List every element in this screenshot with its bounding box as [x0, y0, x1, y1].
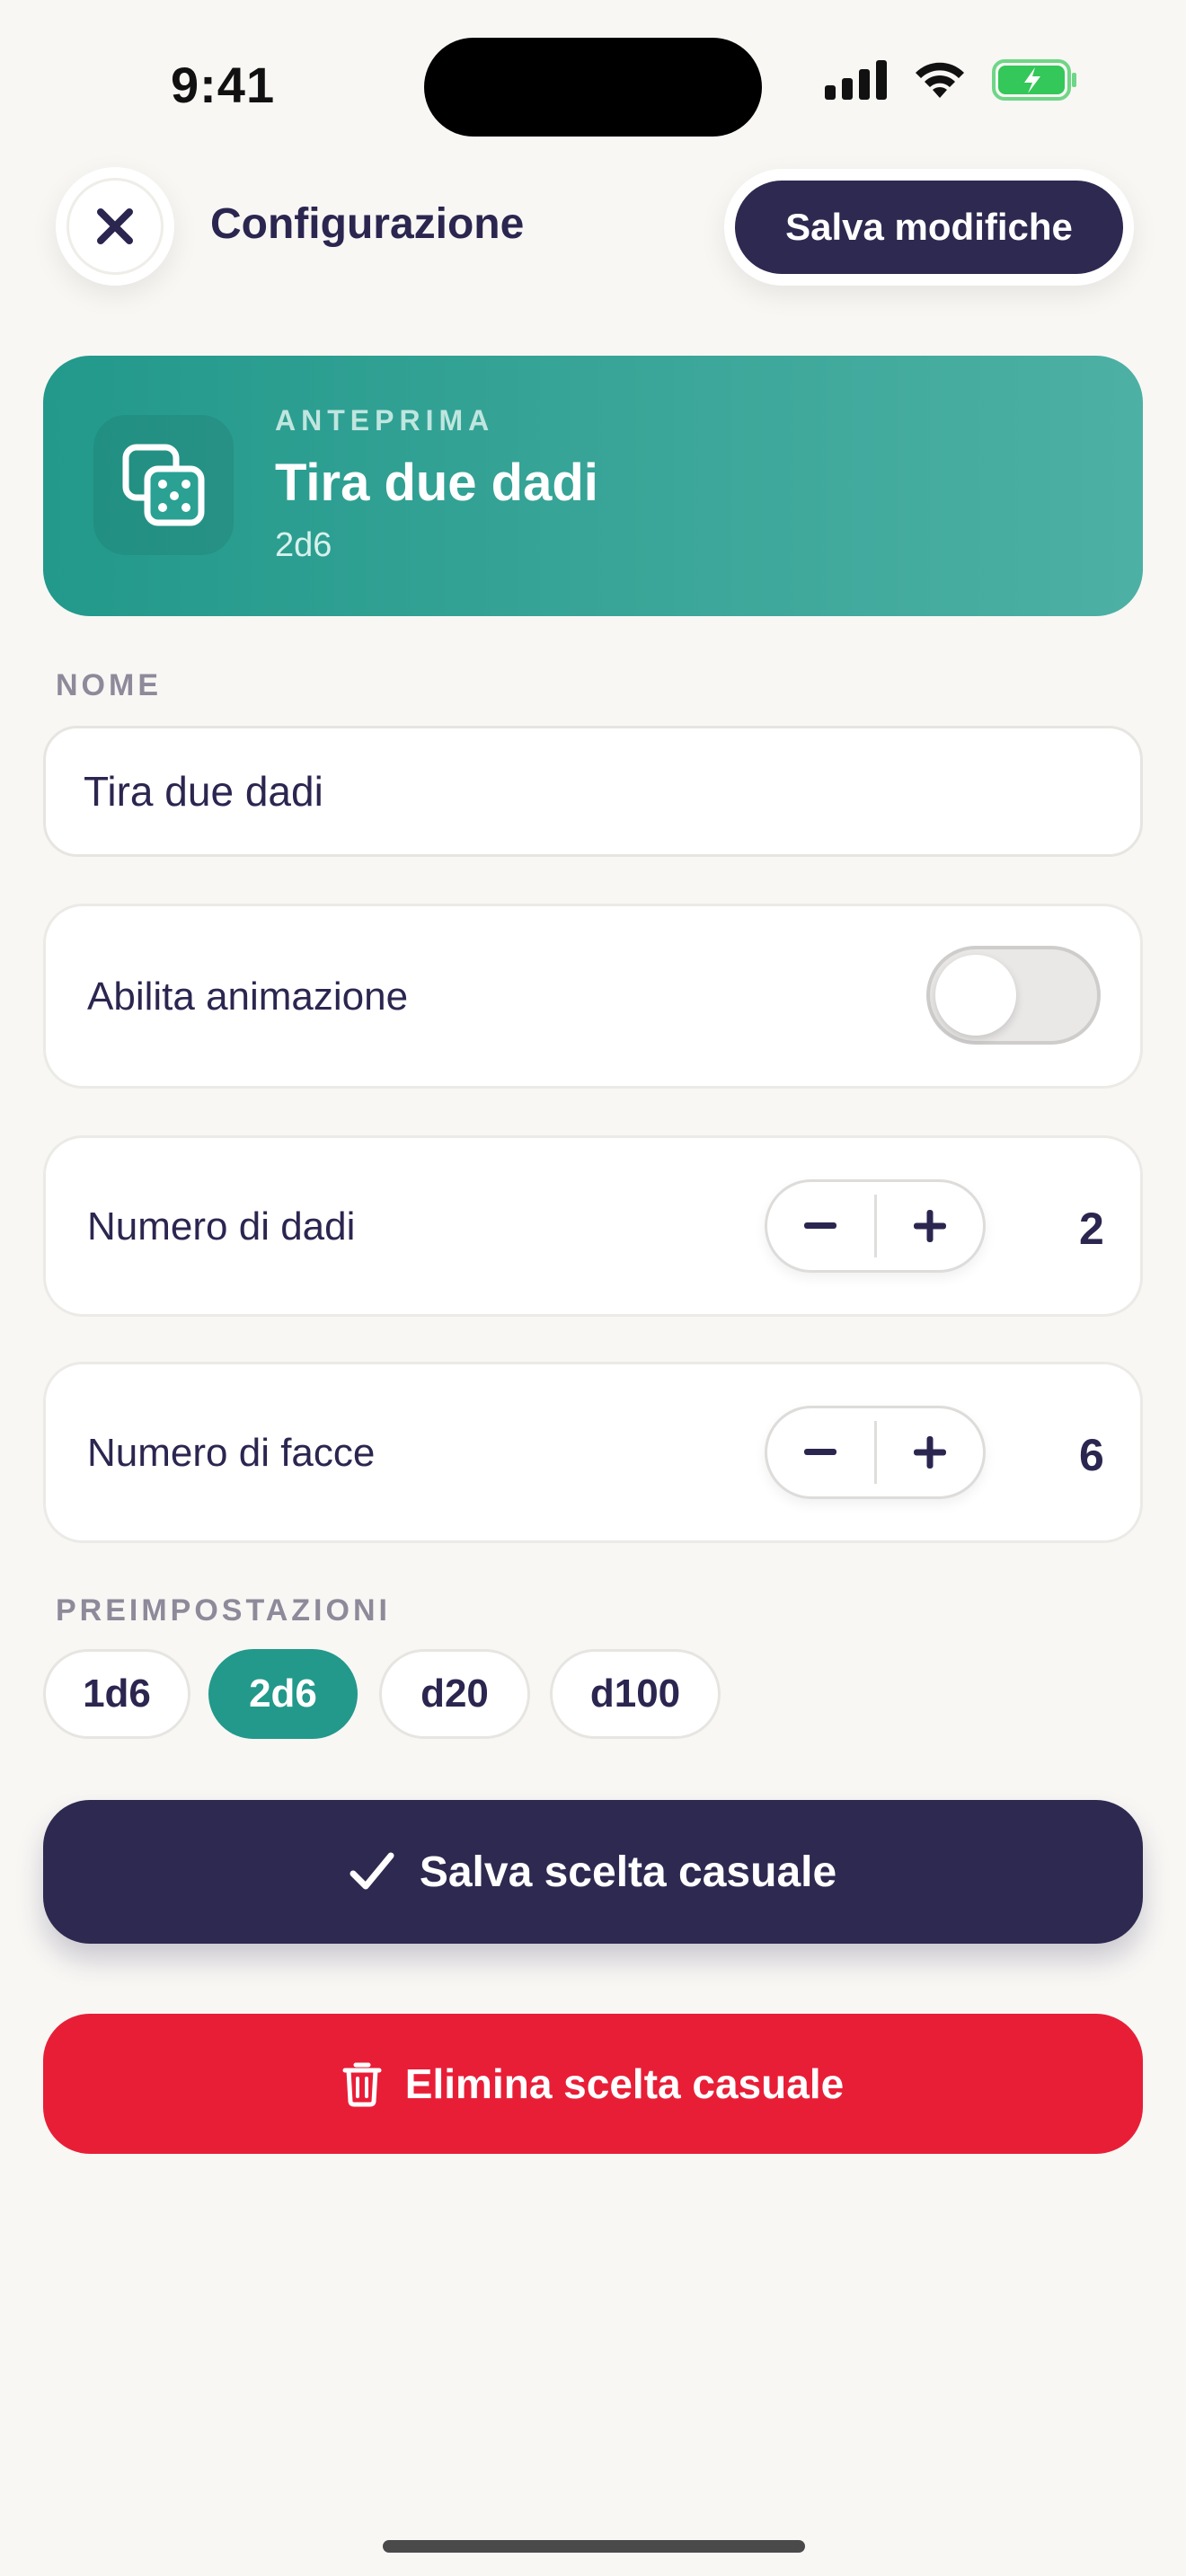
- wifi-icon: [916, 62, 964, 98]
- checkmark-icon: [350, 1852, 394, 1890]
- status-icons: [825, 59, 1078, 101]
- delete-random-choice-label: Elimina scelta casuale: [404, 2060, 845, 2107]
- plus-icon: [913, 1210, 946, 1242]
- face-count-stepper: [765, 1406, 986, 1499]
- face-count-decrement-button[interactable]: [767, 1408, 874, 1496]
- animation-card: Abilita animazione: [43, 904, 1143, 1089]
- name-section-label: NOME: [56, 668, 162, 702]
- save-random-choice-button[interactable]: Salva scelta casuale: [43, 1800, 1143, 1944]
- page-title: Configurazione: [210, 200, 525, 248]
- status-time: 9:41: [171, 57, 276, 113]
- face-count-value: 6: [1079, 1430, 1104, 1480]
- close-button[interactable]: [56, 167, 174, 286]
- animation-toggle[interactable]: [926, 946, 1101, 1045]
- home-indicator[interactable]: [383, 2540, 805, 2553]
- face-count-label: Numero di facce: [87, 1431, 376, 1475]
- save-changes-button[interactable]: Salva modifiche: [735, 181, 1123, 274]
- minus-icon: [804, 1449, 837, 1455]
- preview-label: ANTEPRIMA: [275, 404, 495, 437]
- animation-label: Abilita animazione: [87, 975, 409, 1019]
- preset-chip-d100[interactable]: d100: [550, 1649, 721, 1739]
- dice-count-decrement-button[interactable]: [767, 1182, 874, 1270]
- dynamic-island: [424, 38, 762, 137]
- name-input[interactable]: Tira due dadi: [43, 726, 1143, 857]
- preset-chip-2d6[interactable]: 2d6: [208, 1649, 358, 1739]
- preview-notation: 2d6: [275, 526, 332, 564]
- delete-random-choice-button[interactable]: Elimina scelta casuale: [43, 2014, 1143, 2154]
- dice-icon: [122, 444, 205, 526]
- dice-count-value: 2: [1079, 1204, 1104, 1254]
- preview-card: ANTEPRIMA Tira due dadi 2d6: [43, 356, 1143, 616]
- minus-icon: [804, 1222, 837, 1229]
- preview-icon-tile: [93, 415, 234, 555]
- dice-count-increment-button[interactable]: [877, 1182, 984, 1270]
- face-count-increment-button[interactable]: [877, 1408, 984, 1496]
- dice-count-card: Numero di dadi 2: [43, 1135, 1143, 1317]
- close-button-inner: [66, 178, 164, 275]
- close-icon: [97, 208, 133, 244]
- face-count-card: Numero di facce 6: [43, 1362, 1143, 1543]
- trash-icon: [342, 2062, 382, 2107]
- dice-count-stepper: [765, 1179, 986, 1273]
- battery-charging-icon: [992, 59, 1076, 101]
- dice-count-label: Numero di dadi: [87, 1204, 356, 1248]
- preset-chip-d20[interactable]: d20: [379, 1649, 530, 1739]
- presets-section-label: PREIMPOSTAZIONI: [56, 1593, 391, 1628]
- save-random-choice-label: Salva scelta casuale: [419, 1848, 837, 1896]
- plus-icon: [913, 1436, 946, 1469]
- preset-chip-1d6[interactable]: 1d6: [43, 1649, 190, 1739]
- cellular-signal-icon: [825, 60, 887, 100]
- save-changes-container: Salva modifiche: [724, 169, 1134, 286]
- toggle-knob: [935, 955, 1016, 1036]
- preview-title: Tira due dadi: [275, 454, 598, 512]
